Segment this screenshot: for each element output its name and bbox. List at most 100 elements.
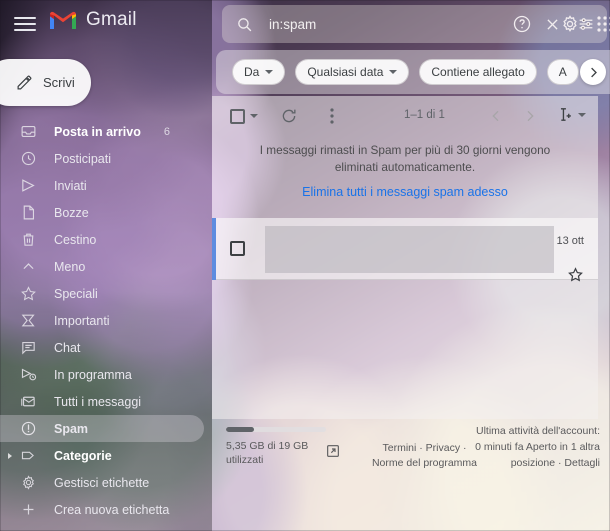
sidebar: Gmail Scrivi Posta in arrivo 6 Posticipa…: [0, 0, 212, 531]
send-icon: [19, 177, 37, 195]
filter-chip-contiene-allegato[interactable]: Contiene allegato: [419, 59, 537, 85]
sidebar-item-label: Bozze: [54, 205, 89, 220]
gmail-brand-label: Gmail: [86, 9, 137, 30]
filter-chip-qualsiasi-data[interactable]: Qualsiasi data: [295, 59, 410, 85]
filter-chip-da[interactable]: Da: [232, 59, 286, 85]
sidebar-item-posticipati[interactable]: Posticipati: [0, 145, 204, 172]
sidebar-item-label: Posta in arrivo: [54, 124, 141, 139]
filter-chip-label: A: [558, 65, 567, 79]
sidebar-item-chat[interactable]: Chat: [0, 334, 204, 361]
inbox-icon: [19, 123, 37, 141]
footer: 5,35 GB di 19 GB utilizzati Termini · Pr…: [212, 419, 610, 531]
pencil-icon: [16, 74, 33, 91]
sidebar-item-label: Speciali: [54, 286, 98, 301]
compose-label: Scrivi: [43, 75, 75, 90]
row-unread-accent: [212, 218, 216, 280]
gmail-logo-icon: [48, 9, 78, 31]
spam-notice-banner: I messaggi rimasti in Spam per più di 30…: [212, 136, 598, 201]
sidebar-item-label: Crea nuova etichetta: [54, 502, 170, 517]
filter-chip-label: Contiene allegato: [431, 65, 525, 79]
sidebar-item-count: 6: [163, 125, 170, 138]
gmail-brand: Gmail: [48, 9, 137, 31]
chevron-left-icon: [488, 108, 504, 124]
checkbox-icon: [230, 108, 245, 124]
clock-icon: [19, 150, 37, 168]
compose-button[interactable]: Scrivi: [0, 59, 91, 106]
chevron-right-icon: [522, 108, 538, 124]
chevron-down-icon: [578, 112, 586, 117]
important-icon: [19, 312, 37, 330]
external-link-icon[interactable]: [325, 443, 343, 461]
trash-icon: [19, 231, 37, 249]
sidebar-item-label: Inviati: [54, 178, 87, 193]
input-tools-button[interactable]: [556, 106, 586, 123]
plus-icon: [19, 501, 37, 519]
next-page-button[interactable]: [520, 106, 540, 126]
sidebar-item-label: Meno: [54, 259, 86, 274]
chevron-down-icon[interactable]: [250, 114, 258, 118]
chevron-right-icon: [586, 65, 601, 80]
sidebar-item-in-programma[interactable]: In programma: [0, 361, 204, 388]
storage-label: 5,35 GB di 19 GB utilizzati: [226, 440, 309, 467]
sidebar-nav: Posta in arrivo 6 Posticipati Inviati Bo…: [0, 118, 212, 523]
refresh-icon: [280, 107, 298, 125]
chevron-down-icon: [389, 70, 398, 74]
filter-chip-label: Da: [244, 65, 260, 79]
message-content-placeholder: [265, 226, 554, 273]
select-all-checkbox[interactable]: [230, 108, 258, 124]
file-icon: [19, 204, 37, 222]
sidebar-item-importanti[interactable]: Importanti: [0, 307, 204, 334]
chevron-right-icon[interactable]: [8, 452, 12, 459]
legal-links[interactable]: Termini · Privacy · Norme del programma: [367, 441, 482, 471]
help-icon[interactable]: [510, 12, 534, 36]
scheduled-icon: [19, 366, 37, 384]
more-options-button[interactable]: [322, 105, 342, 127]
sidebar-item-categorie[interactable]: Categorie: [0, 442, 204, 469]
sidebar-item-label: In programma: [54, 367, 132, 382]
sidebar-item-label: Tutti i messaggi: [54, 394, 142, 409]
hamburger-icon[interactable]: [14, 13, 36, 35]
star-icon: [19, 285, 37, 303]
all-mail-icon: [19, 393, 37, 411]
sidebar-item-posta-in-arrivo[interactable]: Posta in arrivo 6: [0, 118, 204, 145]
more-vert-icon: [324, 107, 340, 125]
previous-page-button[interactable]: [486, 106, 506, 126]
settings-gear-icon: [19, 474, 37, 492]
sidebar-item-cestino[interactable]: Cestino: [0, 226, 204, 253]
sidebar-item-label: Chat: [54, 340, 81, 355]
input-tools-icon: [556, 106, 573, 123]
search-icon[interactable]: [235, 15, 253, 33]
refresh-button[interactable]: [278, 105, 300, 127]
storage-bar-track: [226, 427, 326, 432]
chevron-down-icon: [265, 70, 274, 74]
spam-icon: [19, 420, 37, 438]
sidebar-item-tutti-i-messaggi[interactable]: Tutti i messaggi: [0, 388, 204, 415]
gear-icon[interactable]: [558, 12, 582, 36]
delete-all-spam-link[interactable]: Elimina tutti i messaggi spam adesso: [302, 185, 508, 199]
chevron-up-icon: [19, 258, 37, 276]
list-toolbar: 1–1 di 1: [212, 96, 598, 136]
sidebar-item-gestisci-etichette[interactable]: Gestisci etichette: [0, 469, 204, 496]
star-outline-icon[interactable]: [567, 266, 584, 283]
message-list-pane: 1–1 di 1 I messaggi rimasti in Spam per …: [212, 96, 598, 419]
table-row[interactable]: 13 ott: [212, 218, 598, 283]
search-input[interactable]: [269, 16, 539, 32]
sidebar-item-label: Importanti: [54, 313, 110, 328]
sidebar-item-meno[interactable]: Meno: [0, 253, 204, 280]
sidebar-item-inviati[interactable]: Inviati: [0, 172, 204, 199]
sidebar-item-bozze[interactable]: Bozze: [0, 199, 204, 226]
sidebar-item-speciali[interactable]: Speciali: [0, 280, 204, 307]
sidebar-item-spam[interactable]: Spam: [0, 415, 204, 442]
filter-chips-next-button[interactable]: [580, 59, 606, 85]
account-activity-text[interactable]: Ultima attività dell'account: 0 minuti f…: [475, 424, 600, 471]
row-checkbox[interactable]: [230, 241, 245, 256]
filter-chip-a[interactable]: A: [546, 59, 579, 85]
message-date: 13 ott: [556, 235, 584, 247]
sidebar-item-label: Posticipati: [54, 151, 111, 166]
sidebar-item-crea-nuova-etichetta[interactable]: Crea nuova etichetta: [0, 496, 204, 523]
sidebar-item-label: Categorie: [54, 448, 112, 463]
filter-chip-label: Qualsiasi data: [307, 65, 384, 79]
spam-notice-text: I messaggi rimasti in Spam per più di 30…: [259, 143, 551, 175]
label-icon: [19, 447, 37, 465]
apps-grid-icon[interactable]: [593, 12, 610, 36]
